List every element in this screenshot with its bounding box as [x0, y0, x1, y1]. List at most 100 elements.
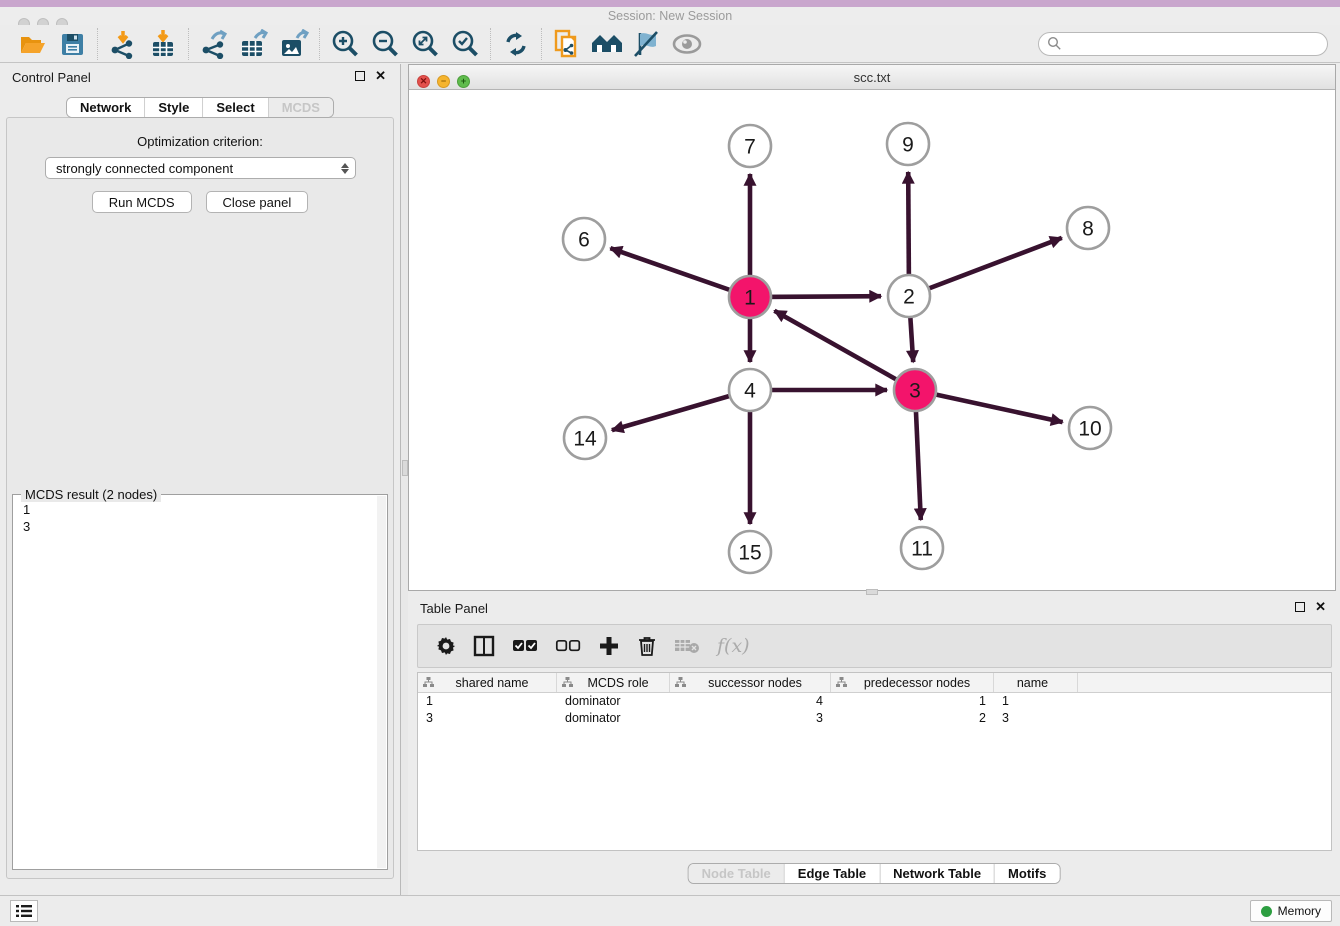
toolbar-separator	[97, 28, 98, 60]
zoom-fit-icon[interactable]	[405, 28, 445, 60]
import-network-icon[interactable]	[103, 28, 143, 60]
close-panel-icon[interactable]: ✕	[375, 71, 386, 81]
attribute-icon	[675, 677, 686, 688]
close-network-icon[interactable]: ✕	[417, 75, 430, 88]
cell-shared-name[interactable]: 3	[418, 710, 557, 727]
column-header[interactable]: MCDS role	[557, 673, 670, 692]
home-layout-icon[interactable]	[587, 28, 627, 60]
float-panel-icon[interactable]	[1295, 602, 1305, 612]
close-panel-button[interactable]: Close panel	[206, 191, 309, 213]
export-table-icon[interactable]	[234, 28, 274, 60]
delete-icon[interactable]	[637, 635, 657, 657]
table-panel-title: Table Panel	[408, 595, 1340, 623]
cell-predecessor-nodes[interactable]: 1	[831, 693, 994, 710]
save-session-icon[interactable]	[52, 28, 92, 60]
zoom-selected-icon[interactable]	[445, 28, 485, 60]
network-traffic-lights: ✕−+	[417, 71, 477, 89]
graph-node-label: 4	[744, 379, 756, 402]
zoom-out-icon[interactable]	[365, 28, 405, 60]
table-row[interactable]: 1 dominator 4 1 1	[418, 693, 1331, 710]
mcds-result-item: 1	[23, 501, 387, 518]
tab-network[interactable]: Network	[67, 98, 144, 117]
cell-name[interactable]: 3	[994, 710, 1078, 727]
cell-successor-nodes[interactable]: 3	[670, 710, 831, 727]
optimization-criterion-select[interactable]: strongly connected component	[45, 157, 356, 179]
graph-edge-3-1[interactable]	[774, 311, 915, 390]
network-canvas[interactable]: 7968124314101511	[409, 90, 1335, 590]
control-panel-controls: ✕	[355, 71, 386, 81]
window-titlebar: Session: New Session	[0, 7, 1340, 25]
zoom-in-icon[interactable]	[325, 28, 365, 60]
graph-node-label: 14	[573, 427, 597, 450]
control-panel-title: Control Panel	[0, 64, 400, 92]
graph-node-label: 1	[744, 286, 756, 309]
tab-node-table[interactable]: Node Table	[689, 864, 784, 883]
attribute-icon	[562, 677, 573, 688]
show-details-icon[interactable]	[667, 28, 707, 60]
list-icon	[16, 904, 32, 918]
network-window-titlebar[interactable]: ✕−+ scc.txt	[409, 65, 1335, 90]
memory-button[interactable]: Memory	[1250, 900, 1332, 922]
select-stepper-icon	[341, 163, 349, 174]
toolbar-separator	[319, 28, 320, 60]
gear-icon[interactable]	[436, 636, 456, 656]
select-all-icon[interactable]	[512, 638, 538, 654]
mcds-panel: Optimization criterion: strongly connect…	[6, 117, 394, 879]
cell-successor-nodes[interactable]: 4	[670, 693, 831, 710]
cell-predecessor-nodes[interactable]: 2	[831, 710, 994, 727]
graph-edge-3-10[interactable]	[915, 390, 1063, 422]
function-icon: f(x)	[717, 635, 750, 657]
column-header[interactable]: name	[994, 673, 1078, 692]
cell-name[interactable]: 1	[994, 693, 1078, 710]
graph-edge-2-8[interactable]	[909, 238, 1062, 296]
vertical-splitter[interactable]	[401, 64, 408, 895]
table-toolbar: f(x)	[417, 624, 1332, 668]
deselect-all-icon[interactable]	[555, 638, 581, 654]
cell-mcds-role[interactable]: dominator	[557, 693, 670, 710]
graph-node-label: 3	[909, 379, 921, 402]
mcds-result-box: MCDS result (2 nodes) 1 3	[12, 494, 388, 870]
tab-select[interactable]: Select	[202, 98, 267, 117]
toolbar-separator	[490, 28, 491, 60]
column-header[interactable]: successor nodes	[670, 673, 831, 692]
close-panel-icon[interactable]: ✕	[1315, 602, 1326, 612]
toolbar-separator	[188, 28, 189, 60]
tab-style[interactable]: Style	[144, 98, 202, 117]
export-network-icon[interactable]	[194, 28, 234, 60]
mcds-result-item: 3	[23, 518, 387, 535]
table-row[interactable]: 3 dominator 3 2 3	[418, 710, 1331, 727]
tab-motifs[interactable]: Motifs	[994, 864, 1059, 883]
column-header[interactable]: shared name	[418, 673, 557, 692]
maximize-network-icon[interactable]: +	[457, 75, 470, 88]
refresh-layout-icon[interactable]	[496, 28, 536, 60]
cell-shared-name[interactable]: 1	[418, 693, 557, 710]
search-input-wrap[interactable]	[1038, 32, 1328, 56]
optimization-criterion-value: strongly connected component	[56, 161, 233, 176]
hide-details-icon[interactable]	[627, 28, 667, 60]
mcds-buttons-row: Run MCDS Close panel	[7, 191, 393, 213]
tab-mcds[interactable]: MCDS	[268, 98, 333, 117]
network-graph[interactable]: 7968124314101511	[409, 90, 1335, 590]
search-input[interactable]	[1062, 34, 1327, 54]
table-tabs: Node Table Edge Table Network Table Moti…	[688, 863, 1061, 884]
run-mcds-button[interactable]: Run MCDS	[92, 191, 192, 213]
table-panel-controls: ✕	[1295, 602, 1326, 612]
node-table[interactable]: shared name MCDS role successor nodes pr…	[417, 672, 1332, 851]
column-header[interactable]: predecessor nodes	[831, 673, 994, 692]
tab-edge-table[interactable]: Edge Table	[784, 864, 879, 883]
tab-network-table[interactable]: Network Table	[879, 864, 994, 883]
cell-mcds-role[interactable]: dominator	[557, 710, 670, 727]
graph-node-label: 8	[1082, 217, 1094, 240]
memory-status-icon	[1261, 906, 1272, 917]
result-scrollbar[interactable]	[377, 496, 386, 868]
export-image-icon[interactable]	[274, 28, 314, 60]
columns-icon[interactable]	[473, 635, 495, 657]
import-table-icon[interactable]	[143, 28, 183, 60]
show-panels-button[interactable]	[10, 900, 38, 922]
minimize-network-icon[interactable]: −	[437, 75, 450, 88]
add-icon[interactable]	[598, 635, 620, 657]
open-session-icon[interactable]	[12, 28, 52, 60]
duplicate-network-icon[interactable]	[547, 28, 587, 60]
float-panel-icon[interactable]	[355, 71, 365, 81]
network-window: ✕−+ scc.txt 7968124314101511	[408, 64, 1336, 591]
